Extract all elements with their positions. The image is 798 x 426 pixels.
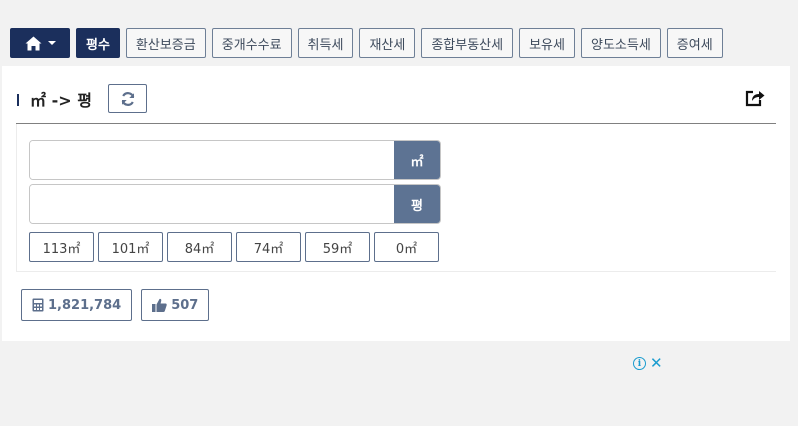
preset-button-113[interactable]: 113㎡ [29, 232, 94, 262]
like-count: 507 [171, 297, 199, 313]
calculator-panel: ㎡ -> 평 ㎡ 평 113㎡ 101㎡ 84㎡ 74㎡ 59㎡ 0㎡ 1,82… [2, 66, 790, 341]
tab-brokerage-fee[interactable]: 중개수수료 [211, 28, 292, 58]
view-count-badge: 1,821,784 [21, 289, 133, 321]
tab-gift-tax[interactable]: 증여세 [666, 28, 723, 58]
caret-down-icon [47, 41, 56, 45]
preset-row: 113㎡ 101㎡ 84㎡ 74㎡ 59㎡ 0㎡ [29, 232, 439, 262]
tab-acquisition-tax[interactable]: 취득세 [297, 28, 354, 58]
thumbs-up-icon [152, 298, 167, 312]
share-button[interactable] [744, 88, 766, 108]
pyeong-input-group: 평 [29, 184, 441, 224]
sqm-input-group: ㎡ [29, 140, 441, 180]
refresh-button[interactable] [108, 84, 147, 113]
sqm-input[interactable] [30, 141, 394, 179]
sqm-unit-label: ㎡ [394, 141, 440, 179]
info-icon[interactable]: i [633, 357, 646, 370]
like-button[interactable]: 507 [141, 289, 210, 321]
calculator-icon [32, 298, 44, 312]
view-count: 1,821,784 [48, 297, 122, 313]
share-icon [745, 90, 765, 107]
tab-comprehensive-real-estate-tax[interactable]: 종합부동산세 [421, 28, 514, 58]
home-icon [25, 36, 41, 50]
tab-converted-deposit[interactable]: 환산보증금 [125, 28, 206, 58]
preset-button-0[interactable]: 0㎡ [374, 232, 439, 262]
preset-button-59[interactable]: 59㎡ [305, 232, 370, 262]
pyeong-unit-label: 평 [394, 185, 440, 223]
stats-row: 1,821,784 507 [21, 289, 210, 321]
home-menu-button[interactable] [10, 28, 70, 58]
refresh-icon [121, 91, 134, 106]
tab-pyeong[interactable]: 평수 [76, 28, 120, 58]
ad-controls: i ✕ [633, 356, 663, 371]
calculator-title: ㎡ -> 평 [30, 91, 92, 110]
tab-holding-tax[interactable]: 보유세 [519, 28, 575, 58]
tab-property-tax[interactable]: 재산세 [359, 28, 416, 58]
preset-button-84[interactable]: 84㎡ [167, 232, 232, 262]
title-accent-bar [17, 94, 19, 106]
calculator-body: ㎡ 평 113㎡ 101㎡ 84㎡ 74㎡ 59㎡ 0㎡ [16, 124, 776, 272]
tab-capital-gains-tax[interactable]: 양도소득세 [580, 28, 661, 58]
calculator-header: ㎡ -> 평 [16, 84, 776, 124]
top-nav: 평수 환산보증금 중개수수료 취득세 재산세 종합부동산세 보유세 양도소득세 … [10, 28, 723, 58]
preset-button-101[interactable]: 101㎡ [98, 232, 163, 262]
preset-button-74[interactable]: 74㎡ [236, 232, 301, 262]
close-icon[interactable]: ✕ [650, 356, 663, 371]
pyeong-input[interactable] [30, 185, 394, 223]
